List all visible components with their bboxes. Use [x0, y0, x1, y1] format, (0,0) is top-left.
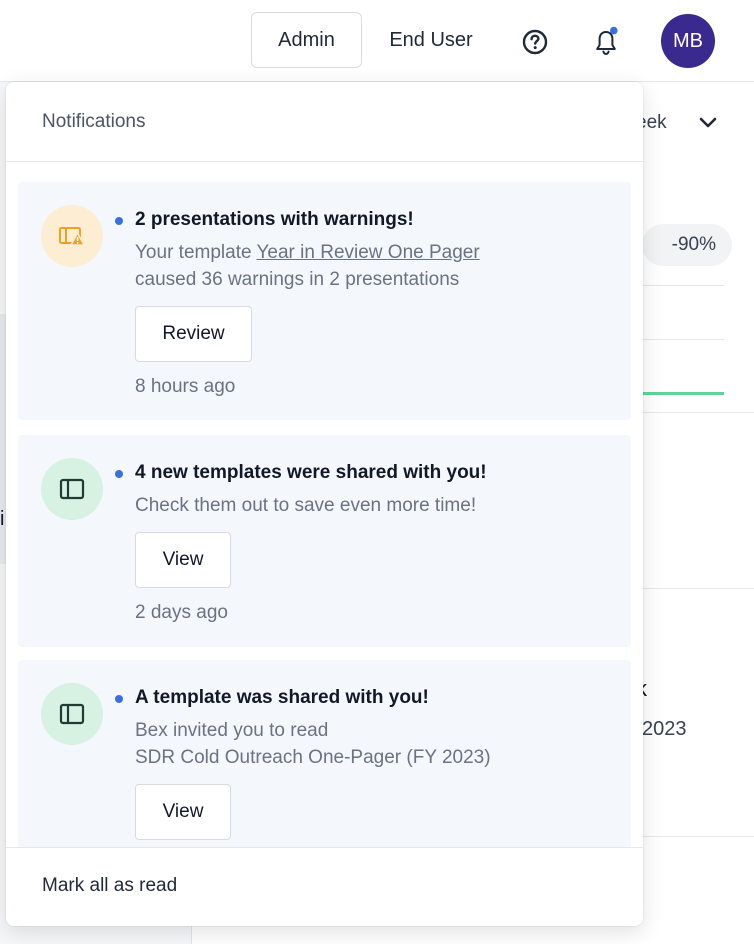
- notification-item: 4 new templates were shared with you! Ch…: [18, 435, 631, 647]
- progress-line: [642, 392, 724, 395]
- unread-dot: [115, 695, 123, 703]
- notification-item: A template was shared with you! Bex invi…: [18, 660, 631, 860]
- notification-body: Your template Year in Review One Pager: [135, 239, 480, 266]
- chevron-down-icon[interactable]: [697, 112, 719, 134]
- notification-item: 2 presentations with warnings! Your temp…: [18, 182, 631, 420]
- unread-dot: [115, 470, 123, 478]
- end-user-mode-button[interactable]: End User: [376, 12, 486, 68]
- notification-time: 2 days ago: [135, 602, 228, 623]
- mark-all-read-button[interactable]: Mark all as read: [42, 875, 177, 897]
- bell-icon[interactable]: [592, 26, 622, 58]
- template-icon: [41, 458, 103, 520]
- notification-title: 4 new templates were shared with you!: [135, 462, 487, 483]
- notification-body: caused 36 warnings in 2 presentations: [135, 269, 460, 290]
- background-divider: [642, 339, 724, 340]
- top-bar: Admin End User MB: [0, 0, 754, 82]
- view-button[interactable]: View: [135, 532, 231, 588]
- notifications-title: Notifications: [42, 111, 146, 132]
- notification-title: 2 presentations with warnings!: [135, 209, 414, 230]
- template-link[interactable]: Year in Review One Pager: [256, 242, 479, 263]
- notifications-footer: Mark all as read: [6, 847, 643, 926]
- notifications-panel: Notifications 2 presentations with warni…: [6, 82, 643, 926]
- notification-body: Bex invited you to read: [135, 720, 329, 741]
- notifications-header: Notifications: [6, 82, 643, 162]
- avatar[interactable]: MB: [661, 14, 715, 68]
- template-warning-icon: [41, 205, 103, 267]
- admin-mode-button[interactable]: Admin: [251, 12, 362, 68]
- template-icon: [41, 683, 103, 745]
- background-partial-text: 2023: [642, 718, 687, 740]
- notification-body: Check them out to save even more time!: [135, 495, 477, 516]
- background-divider: [642, 285, 724, 286]
- notification-title: A template was shared with you!: [135, 687, 429, 708]
- unread-dot: [115, 217, 123, 225]
- change-badge: -90%: [642, 224, 732, 266]
- notification-body-text: Your template: [135, 242, 257, 263]
- notification-time: 8 hours ago: [135, 376, 236, 397]
- notification-body: SDR Cold Outreach One-Pager (FY 2023): [135, 747, 491, 768]
- help-icon[interactable]: [521, 28, 549, 56]
- unread-dot: [610, 26, 618, 35]
- review-button[interactable]: Review: [135, 306, 252, 362]
- background-partial-text: i: [0, 508, 5, 530]
- view-button[interactable]: View: [135, 784, 231, 840]
